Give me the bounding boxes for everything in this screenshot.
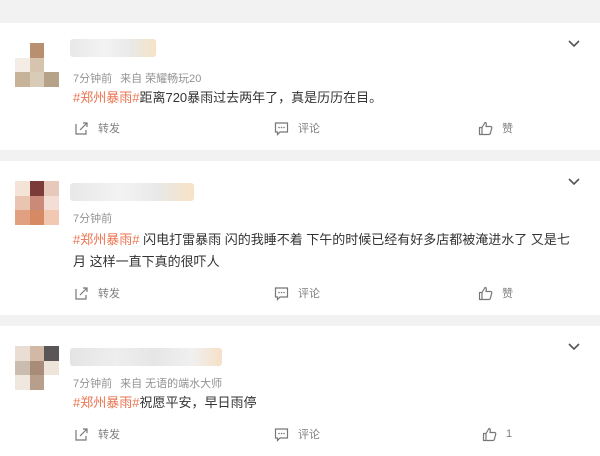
comment-body: 祝愿平安，早日雨停 — [139, 395, 257, 410]
username-blurred[interactable] — [70, 39, 156, 57]
avatar[interactable] — [15, 346, 59, 390]
post-time: 7分钟前 — [73, 213, 113, 225]
share-icon — [75, 286, 88, 300]
avatar[interactable] — [15, 181, 59, 225]
forward-label: 转发 — [98, 429, 120, 441]
like-label: 赞 — [502, 123, 513, 135]
hashtag-link[interactable]: #郑州暴雨# — [73, 232, 139, 247]
forward-label: 转发 — [98, 288, 120, 300]
like-button[interactable]: 1 — [482, 424, 512, 444]
thumbs-up-icon — [478, 121, 493, 135]
thumbs-up-icon — [482, 427, 497, 441]
hashtag-link[interactable]: #郑州暴雨# — [73, 90, 139, 105]
comment-label: 评论 — [298, 429, 320, 441]
forward-button[interactable]: 转发 — [74, 283, 120, 303]
comment-button[interactable]: 评论 — [274, 283, 320, 303]
hashtag-link[interactable]: #郑州暴雨# — [73, 395, 139, 410]
comment-label: 评论 — [298, 123, 320, 135]
comment-card: 7分钟前 来自 无语的端水大师 #郑州暴雨#祝愿平安，早日雨停 转发 评论 1 — [0, 326, 600, 456]
comment-body: 距离720暴雨过去两年了，真是历历在目。 — [139, 90, 383, 105]
action-bar: 转发 评论 赞 — [0, 118, 600, 138]
username-blurred[interactable] — [70, 183, 194, 201]
comment-text: #郑州暴雨#祝愿平安，早日雨停 — [73, 392, 582, 414]
chevron-down-icon[interactable] — [568, 39, 580, 49]
post-time: 7分钟前 — [73, 73, 113, 85]
username-blurred[interactable] — [70, 348, 222, 366]
chevron-down-icon[interactable] — [568, 342, 580, 352]
comment-text: #郑州暴雨#距离720暴雨过去两年了，真是历历在目。 — [73, 87, 582, 109]
post-time: 7分钟前 — [73, 378, 113, 390]
post-meta: 7分钟前 — [73, 210, 120, 226]
avatar[interactable] — [15, 43, 59, 87]
chevron-down-icon[interactable] — [568, 177, 580, 187]
comment-button[interactable]: 评论 — [274, 118, 320, 138]
comment-icon — [274, 121, 289, 136]
like-label: 赞 — [502, 288, 513, 300]
comment-button[interactable]: 评论 — [274, 424, 320, 444]
like-count: 1 — [506, 428, 513, 440]
comment-text: #郑州暴雨# 闪电打雷暴雨 闪的我睡不着 下午的时候已经有好多店都被淹进水了 又… — [73, 229, 582, 273]
comment-icon — [274, 427, 289, 442]
post-source: 来自 荣耀畅玩20 — [120, 73, 202, 85]
forward-button[interactable]: 转发 — [74, 424, 120, 444]
comment-card: 7分钟前 来自 荣耀畅玩20 #郑州暴雨#距离720暴雨过去两年了，真是历历在目。… — [0, 23, 600, 150]
comment-feed: 7分钟前 来自 荣耀畅玩20 #郑州暴雨#距离720暴雨过去两年了，真是历历在目。… — [0, 0, 600, 456]
share-icon — [75, 121, 88, 135]
like-button[interactable]: 赞 — [478, 118, 513, 138]
share-icon — [75, 427, 88, 441]
post-source: 来自 无语的端水大师 — [120, 378, 223, 390]
post-meta: 7分钟前 来自 无语的端水大师 — [73, 375, 222, 391]
comment-body: 闪电打雷暴雨 闪的我睡不着 下午的时候已经有好多店都被淹进水了 又是七月 这样一… — [73, 232, 570, 269]
action-bar: 转发 评论 赞 — [0, 283, 600, 303]
post-meta: 7分钟前 来自 荣耀畅玩20 — [73, 70, 201, 86]
action-bar: 转发 评论 1 — [0, 424, 600, 444]
comment-label: 评论 — [298, 288, 320, 300]
thumbs-up-icon — [478, 286, 493, 300]
comment-icon — [274, 286, 289, 301]
forward-button[interactable]: 转发 — [74, 118, 120, 138]
comment-card: 7分钟前 #郑州暴雨# 闪电打雷暴雨 闪的我睡不着 下午的时候已经有好多店都被淹… — [0, 161, 600, 315]
forward-label: 转发 — [98, 123, 120, 135]
like-button[interactable]: 赞 — [478, 283, 513, 303]
